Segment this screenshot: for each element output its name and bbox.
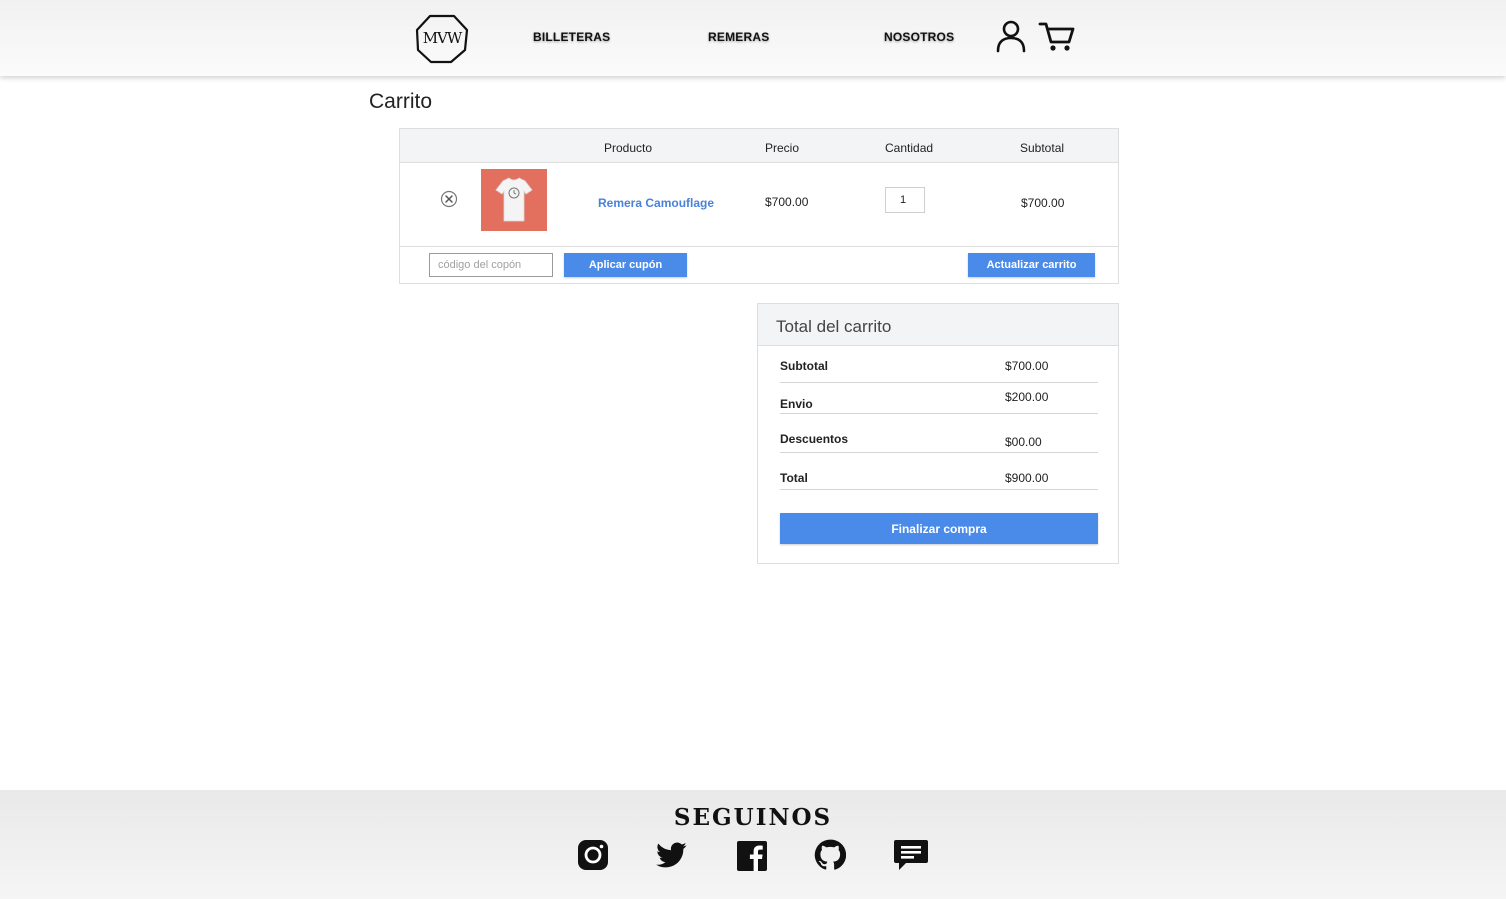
column-header-producto: Producto bbox=[604, 141, 653, 155]
totals-label: Subtotal bbox=[780, 359, 828, 373]
instagram-icon[interactable] bbox=[577, 838, 609, 872]
cart-icon[interactable] bbox=[1038, 20, 1076, 54]
totals-row-subtotal: Subtotal $700.00 bbox=[780, 346, 1098, 383]
nav-nosotros[interactable]: NOSOTROS bbox=[884, 30, 954, 44]
nav-remeras[interactable]: REMERAS bbox=[708, 30, 769, 44]
checkout-button[interactable]: Finalizar compra bbox=[780, 513, 1098, 544]
totals-label: Descuentos bbox=[780, 432, 849, 446]
github-icon[interactable] bbox=[814, 838, 847, 872]
site-footer: SEGUINOS bbox=[0, 790, 1506, 899]
user-icon[interactable] bbox=[994, 19, 1028, 53]
cart-item-row: Remera Camouflage $700.00 $700.00 bbox=[400, 163, 1118, 247]
nav-billeteras[interactable]: BILLETERAS bbox=[533, 30, 610, 44]
logo-text: MVW bbox=[422, 29, 463, 47]
column-header-cantidad: Cantidad bbox=[885, 141, 934, 155]
tshirt-image-icon bbox=[495, 177, 533, 222]
totals-value: $200.00 bbox=[1005, 390, 1049, 404]
footer-title: SEGUINOS bbox=[673, 804, 833, 831]
apply-coupon-button[interactable]: Aplicar cupón bbox=[564, 253, 687, 277]
cart-totals-header: Total del carrito bbox=[758, 304, 1118, 346]
facebook-icon[interactable] bbox=[736, 838, 768, 872]
product-price: $700.00 bbox=[765, 195, 809, 209]
product-name-link[interactable]: Remera Camouflage bbox=[598, 196, 714, 210]
column-header-subtotal: Subtotal bbox=[1020, 141, 1065, 155]
quantity-input[interactable] bbox=[885, 187, 925, 213]
site-header: MVW BILLETERAS REMERAS NOSOTROS bbox=[0, 0, 1506, 76]
page-title: Carrito bbox=[369, 90, 433, 113]
remove-item-icon[interactable] bbox=[440, 190, 458, 208]
totals-label: Envio bbox=[780, 397, 813, 411]
cart-totals: Total del carrito Subtotal $700.00 Envio… bbox=[757, 303, 1119, 564]
totals-row-total: Total $900.00 bbox=[780, 453, 1098, 490]
totals-row-descuentos: Descuentos $00.00 bbox=[780, 414, 1098, 453]
totals-value: $00.00 bbox=[1005, 435, 1042, 449]
product-thumbnail[interactable] bbox=[481, 169, 547, 231]
totals-value: $900.00 bbox=[1005, 471, 1049, 485]
update-cart-button[interactable]: Actualizar carrito bbox=[968, 253, 1095, 277]
column-header-precio: Precio bbox=[765, 141, 800, 155]
cart-table-header: Producto Precio Cantidad Subtotal bbox=[400, 129, 1118, 163]
totals-row-envio: Envio $200.00 bbox=[780, 383, 1098, 414]
twitter-icon[interactable] bbox=[656, 838, 688, 872]
totals-value: $700.00 bbox=[1005, 359, 1049, 373]
logo[interactable]: MVW bbox=[415, 14, 469, 64]
product-subtotal: $700.00 bbox=[1021, 196, 1065, 210]
cart-totals-title: Total del carrito bbox=[776, 317, 892, 336]
totals-label: Total bbox=[780, 471, 808, 485]
cart-table: Producto Precio Cantidad Subtotal Remera… bbox=[399, 128, 1119, 284]
coupon-input[interactable] bbox=[429, 253, 553, 277]
chat-icon[interactable] bbox=[893, 838, 928, 872]
